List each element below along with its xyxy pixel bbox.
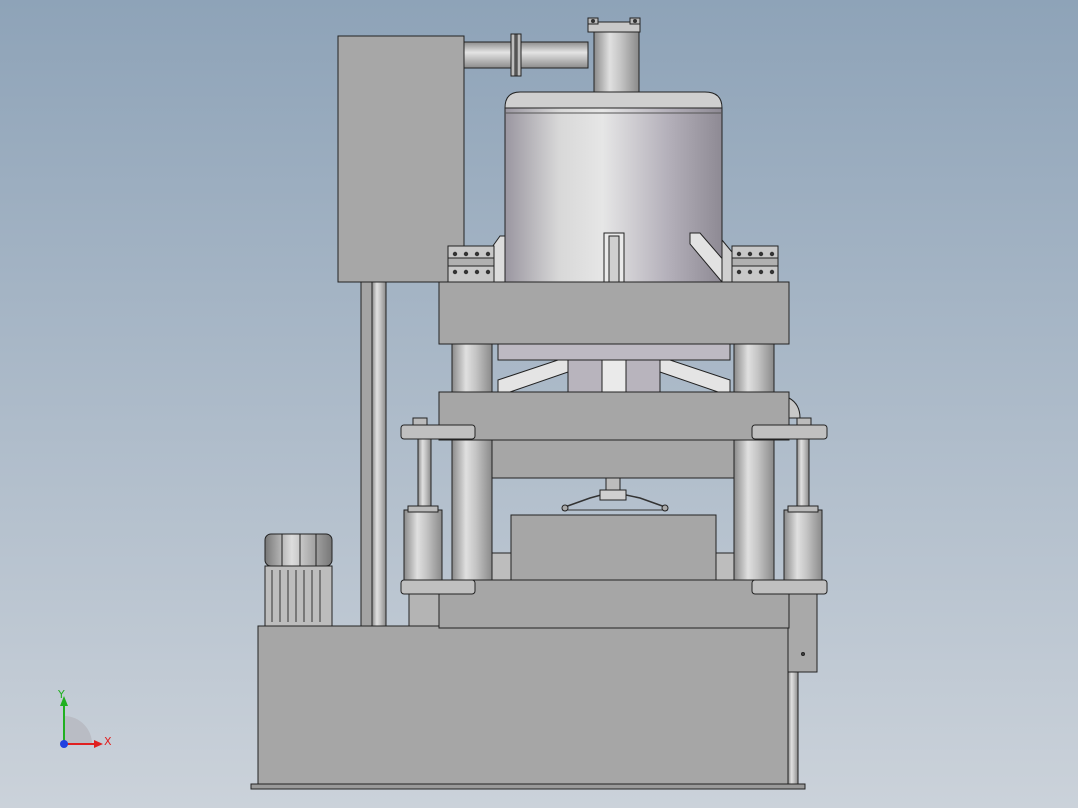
top-crown-plate <box>438 281 790 345</box>
electrical-cabinet <box>337 35 465 283</box>
bed-left-ear <box>400 579 476 595</box>
right-ear-plate <box>751 424 828 440</box>
z-axis-dot-icon <box>60 740 68 748</box>
top-left-nut <box>447 245 495 283</box>
top-pipe <box>463 41 589 69</box>
base-tank <box>257 625 789 785</box>
left-guide-rod <box>417 438 432 512</box>
column-right-upper <box>733 343 775 393</box>
main-cylinder-dome <box>504 91 723 109</box>
column-left-upper <box>451 343 493 393</box>
x-axis-label: X <box>104 735 112 748</box>
bed-plate <box>438 579 790 629</box>
piston-skirt <box>497 343 731 361</box>
y-axis-label: Y <box>57 688 65 701</box>
left-side-cylinder <box>403 509 443 583</box>
column-right-lower <box>733 439 775 581</box>
lower-die <box>510 514 717 581</box>
cad-viewport[interactable]: Y X <box>0 0 1078 808</box>
column-left-lower <box>451 439 493 581</box>
upper-die <box>491 439 735 479</box>
moving-platen <box>438 391 790 441</box>
electric-motor <box>264 533 333 627</box>
right-valve-block <box>787 591 818 673</box>
hydraulic-press-model: Y X <box>0 0 1078 808</box>
cabinet-support-pipe <box>371 281 387 627</box>
valve-port <box>801 652 805 656</box>
left-ear-plate <box>400 424 476 440</box>
riser-pipe <box>593 29 640 93</box>
right-guide-rod <box>796 438 810 512</box>
top-right-nut <box>731 245 779 283</box>
bed-right-ear <box>751 579 828 595</box>
right-side-cylinder <box>783 509 823 583</box>
base-plinth <box>250 783 806 790</box>
